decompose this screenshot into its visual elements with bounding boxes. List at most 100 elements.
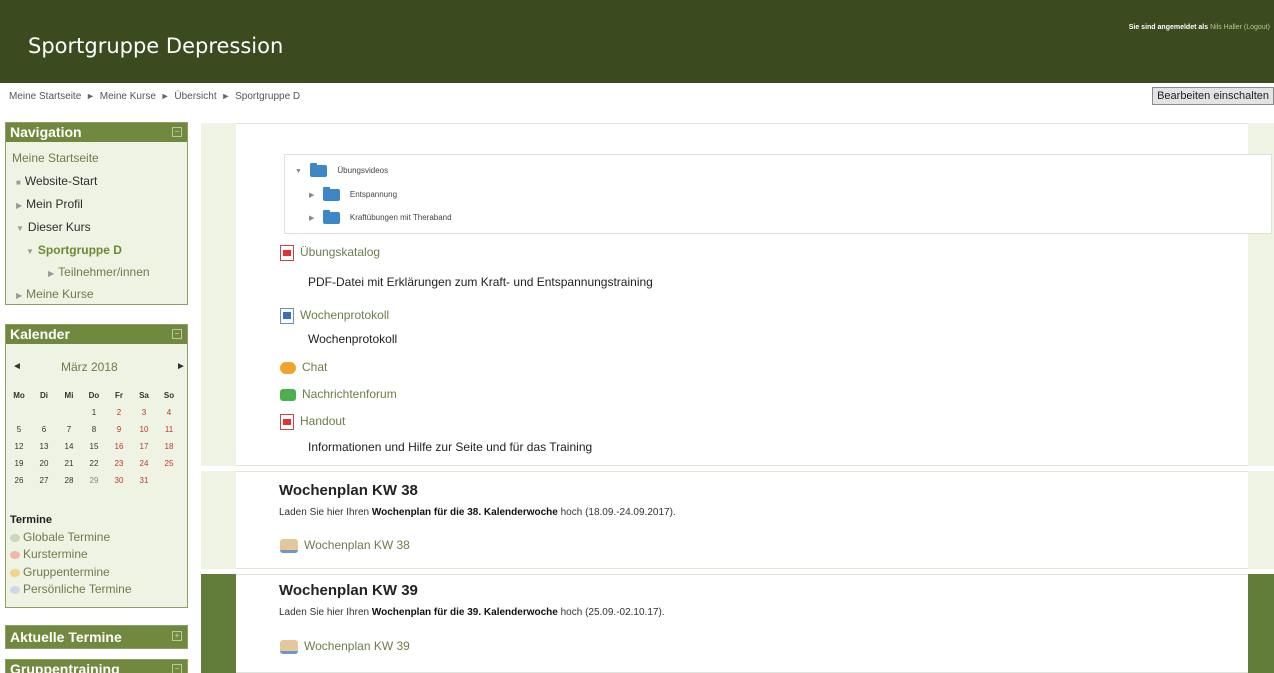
calendar-day[interactable]: 14 [60,442,78,451]
calendar-day[interactable]: 1 [85,408,103,417]
calendar-day[interactable]: 15 [85,442,103,451]
navigation-block: Navigation − Meine Startseite ■ Website-S… [5,122,188,305]
calendar-day[interactable]: 21 [60,459,78,468]
upcoming-events-title: Aktuelle Termine [10,629,122,645]
activity-description: Wochenprotokoll [308,332,398,346]
activity-handout[interactable]: Handout [280,414,345,430]
breadcrumb-item[interactable]: Meine Kurse [100,91,156,102]
next-month-icon[interactable]: ► [176,361,186,372]
calendar-day[interactable]: 6 [35,425,53,434]
site-header: Sportgruppe Depression Sie sind angemeld… [0,0,1274,83]
calendar-day[interactable]: 20 [35,459,53,468]
breadcrumb-separator: ► [221,91,231,101]
calendar-day[interactable]: 4 [160,408,178,417]
event-filter-group[interactable]: Gruppentermine [10,565,110,579]
calendar-day[interactable]: 7 [60,425,78,434]
activity-wochenprotokoll[interactable]: Wochenprotokoll [280,308,389,324]
nav-item-current-course[interactable]: ▼ Sportgruppe D [26,243,122,257]
calendar-day[interactable]: 9 [110,425,128,434]
calendar-day[interactable]: 2 [110,408,128,417]
nav-item-participants[interactable]: ▶ Teilnehmer/innen [48,265,150,279]
activity-chat[interactable]: Chat [280,360,327,374]
pdf-icon [280,414,294,430]
breadcrumb-item[interactable]: Übersicht [174,91,216,102]
calendar-day[interactable]: 24 [135,459,153,468]
folder-row-root[interactable]: ▼ Übungsvideos [295,163,388,177]
user-name-link[interactable]: Nils Haller [1210,24,1242,31]
eye-icon [10,533,20,542]
calendar-day[interactable]: 31 [135,476,153,485]
weekday-header: Mo [13,391,25,400]
block-collapse-icon[interactable]: − [172,329,182,339]
weekday-header: Sa [139,391,149,400]
activity-uebungskatalog[interactable]: Übungskatalog [280,245,380,261]
section-left-bar [201,471,236,569]
calendar-day[interactable]: 12 [10,442,28,451]
assignment-kw38[interactable]: Wochenplan KW 38 [280,538,410,553]
weekday-header: So [163,391,175,400]
calendar-day[interactable]: 19 [10,459,28,468]
assignment-upload-icon [280,639,298,654]
calendar-day[interactable]: 16 [110,442,128,451]
calendar-day[interactable]: 30 [110,476,128,485]
section-left-bar [201,123,236,466]
group-training-block: Gruppentraining − [5,659,188,673]
nav-item-label: Mein Profil [26,197,83,211]
collapse-arrow-icon[interactable]: ▼ [295,168,302,175]
nav-item-home[interactable]: Meine Startseite [12,151,99,165]
calendar-day[interactable]: 25 [160,459,178,468]
edit-mode-button[interactable]: Bearbeiten einschalten [1152,87,1274,105]
calendar-day[interactable]: 28 [60,476,78,485]
nav-item-this-course[interactable]: ▼ Dieser Kurs [16,220,91,234]
block-collapse-icon[interactable]: − [172,664,182,673]
folder-row-entspannung[interactable]: ▶ Entspannung [309,187,397,201]
calendar-day[interactable]: 8 [85,425,103,434]
activity-description: PDF-Datei mit Erklärungen zum Kraft- und… [308,275,653,289]
nav-item-my-courses[interactable]: ▶ Meine Kurse [16,287,94,301]
eye-icon [10,585,20,594]
weekday-header: Fr [115,391,123,400]
expand-arrow-icon[interactable]: ▶ [309,192,314,199]
activity-label: Wochenplan KW 39 [304,639,410,653]
folder-tree: ▼ Übungsvideos ▶ Entspannung ▶ Kraftübun… [284,154,1272,234]
site-title[interactable]: Sportgruppe Depression [28,34,283,58]
collapse-arrow-icon: ▼ [16,224,24,233]
weekday-header: Di [40,391,48,400]
event-filter-personal[interactable]: Persönliche Termine [10,582,132,596]
course-section-kw39: Wochenplan KW 39 Laden Sie hier Ihren Wo… [201,574,1274,673]
calendar-day[interactable]: 18 [160,442,178,451]
nav-item-label: Teilnehmer/innen [58,265,150,279]
calendar-day[interactable]: 5 [10,425,28,434]
calendar-day[interactable]: 10 [135,425,153,434]
calendar-day[interactable]: 17 [135,442,153,451]
activity-forum[interactable]: Nachrichtenforum [280,387,397,401]
logout-link[interactable]: (Logout) [1244,24,1270,31]
course-section-general: ▼ Übungsvideos ▶ Entspannung ▶ Kraftübun… [201,123,1274,466]
calendar-day[interactable]: 29 [85,476,103,485]
calendar-day[interactable]: 26 [10,476,28,485]
folder-label: Kraftübungen mit Theraband [349,213,452,223]
calendar-day[interactable]: 11 [160,425,178,434]
folder-row-kraftuebungen[interactable]: ▶ Kraftübungen mit Theraband [309,210,452,224]
eye-icon [10,568,20,577]
login-info: Sie sind angemeldet als Nils Haller (Log… [1129,24,1270,31]
calendar-day[interactable]: 22 [85,459,103,468]
calendar-day[interactable]: 3 [135,408,153,417]
summary-text: Laden Sie hier Ihren [279,607,370,618]
block-collapse-icon[interactable]: − [172,127,182,137]
calendar-day[interactable]: 27 [35,476,53,485]
calendar-day[interactable]: 13 [35,442,53,451]
calendar-month-title[interactable]: März 2018 [61,360,118,374]
nav-item-profile[interactable]: ▶ Mein Profil [16,197,83,211]
previous-month-icon[interactable]: ◄ [12,361,22,372]
nav-item-website-start[interactable]: ■ Website-Start [16,174,97,188]
calendar-day[interactable]: 23 [110,459,128,468]
assignment-kw39[interactable]: Wochenplan KW 39 [280,639,410,654]
nav-item-label: Sportgruppe D [37,243,122,257]
breadcrumb-item[interactable]: Meine Startseite [9,91,81,102]
breadcrumb-item[interactable]: Sportgruppe D [235,91,300,102]
expand-arrow-icon[interactable]: ▶ [309,215,314,222]
event-filter-course[interactable]: Kurstermine [10,547,88,561]
block-expand-icon[interactable]: + [172,631,182,641]
event-filter-global[interactable]: Globale Termine [10,530,110,544]
